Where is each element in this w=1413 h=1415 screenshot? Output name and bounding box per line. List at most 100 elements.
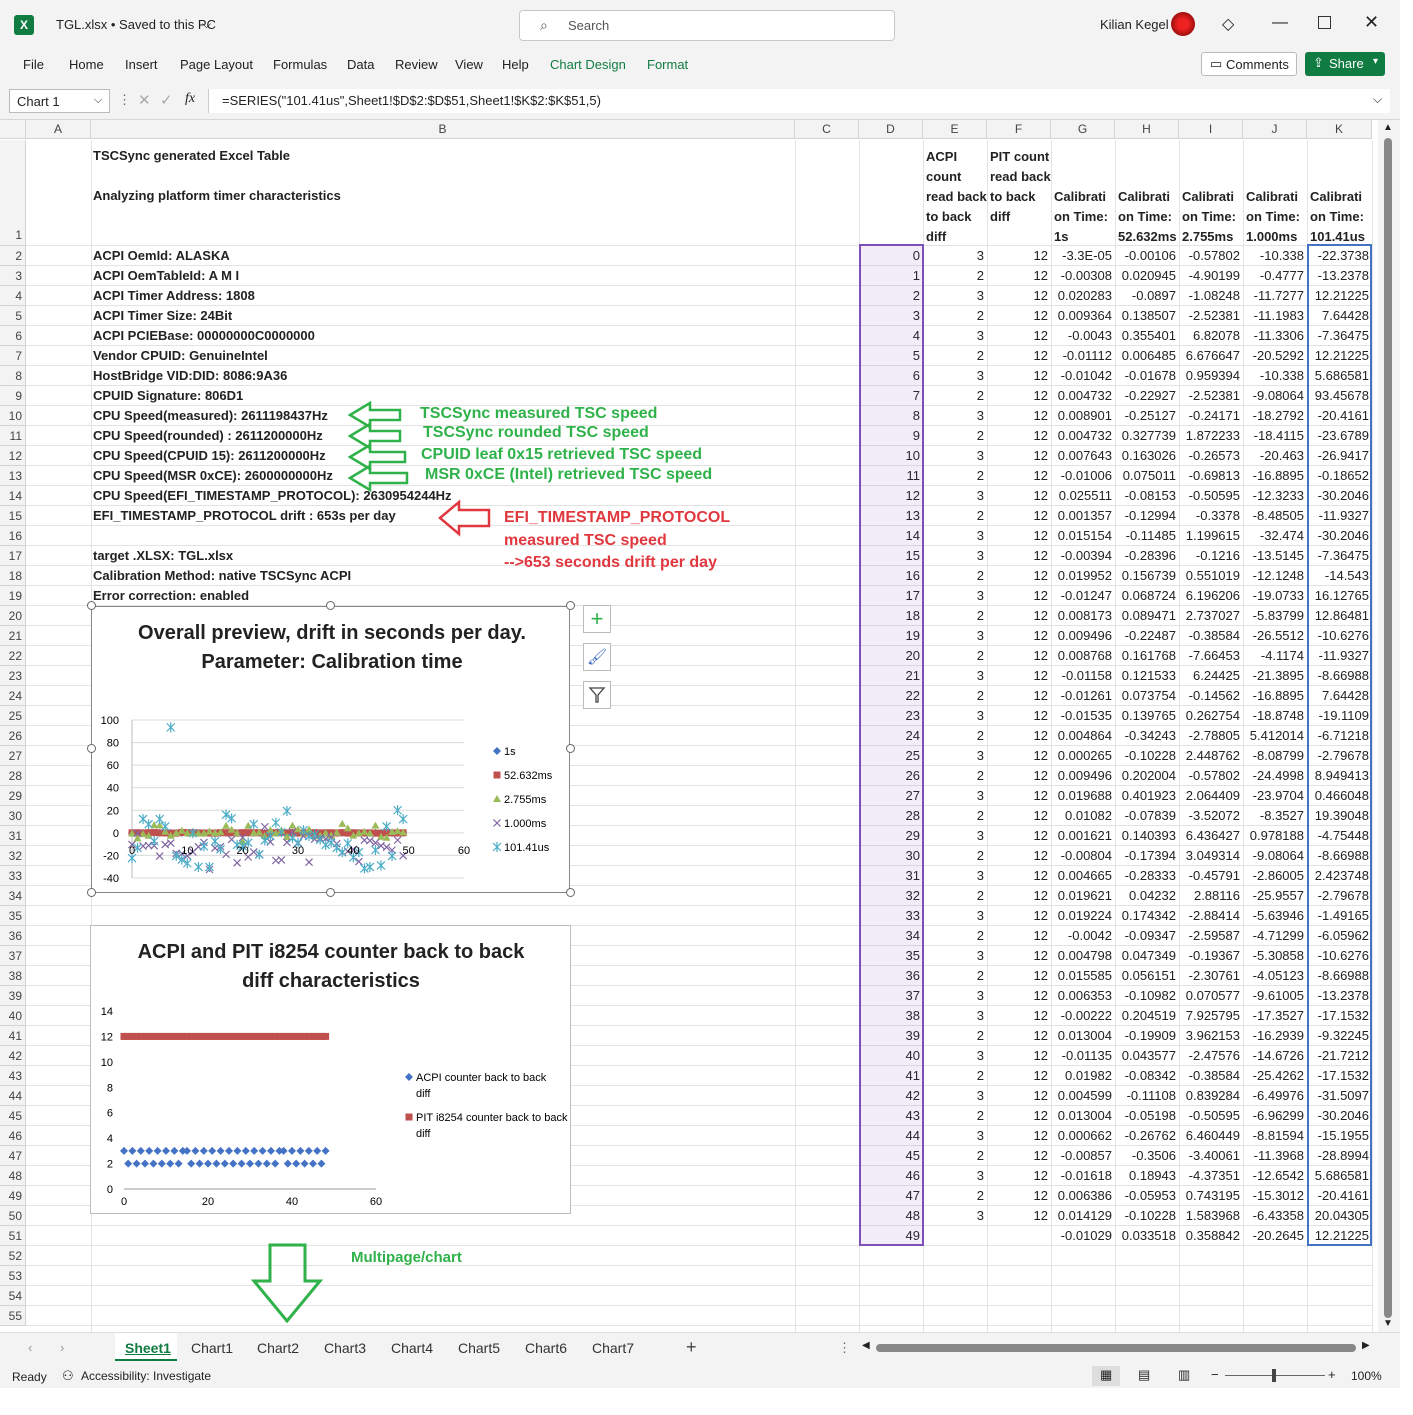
row-header[interactable]: 12 — [0, 446, 26, 466]
cell-f21[interactable]: 12 — [987, 626, 1051, 646]
cell-h32[interactable]: -0.17394 — [1115, 846, 1179, 866]
row-header[interactable]: 41 — [0, 1026, 26, 1046]
chart-plot-area[interactable]: 100 80 60 40 20 0 -20 -40 0 10 20 30 40 50 60 1s 52.632m… — [92, 607, 571, 894]
cell-j21[interactable]: -26.5512 — [1243, 626, 1307, 646]
cell-f18[interactable]: 12 — [987, 566, 1051, 586]
cell-j20[interactable]: -5.83799 — [1243, 606, 1307, 626]
cell-j33[interactable]: -2.86005 — [1243, 866, 1307, 886]
cell-g13[interactable]: -0.01006 — [1051, 466, 1115, 486]
cell-i48[interactable]: -4.37351 — [1179, 1166, 1243, 1186]
cell-h27[interactable]: -0.10228 — [1115, 746, 1179, 766]
cell-j3[interactable]: -0.4777 — [1243, 266, 1307, 286]
cell-j49[interactable]: -15.3012 — [1243, 1186, 1307, 1206]
cell-e43[interactable]: 2 — [923, 1066, 987, 1086]
cell-f27[interactable]: 12 — [987, 746, 1051, 766]
cell-i4[interactable]: -1.08248 — [1179, 286, 1243, 306]
cell-e38[interactable]: 2 — [923, 966, 987, 986]
cell-j50[interactable]: -6.43358 — [1243, 1206, 1307, 1226]
cell-h6[interactable]: 0.355401 — [1115, 326, 1179, 346]
cell-e47[interactable]: 2 — [923, 1146, 987, 1166]
cell-j32[interactable]: -9.08064 — [1243, 846, 1307, 866]
cell-i7[interactable]: 6.676647 — [1179, 346, 1243, 366]
cell-e8[interactable]: 3 — [923, 366, 987, 386]
cell-h12[interactable]: 0.163026 — [1115, 446, 1179, 466]
cell-e22[interactable]: 2 — [923, 646, 987, 666]
chevron-down-icon[interactable]: ▾ — [1373, 56, 1378, 67]
cell-j15[interactable]: -8.48505 — [1243, 506, 1307, 526]
cell-e24[interactable]: 2 — [923, 686, 987, 706]
cell-f15[interactable]: 12 — [987, 506, 1051, 526]
page-break-icon[interactable]: ▥ — [1178, 1367, 1190, 1383]
cell-b10[interactable]: CPU Speed(measured): 2611198437Hz — [93, 406, 328, 426]
row-header[interactable]: 22 — [0, 646, 26, 666]
cell-f1[interactable]: PIT count read back to back diff — [990, 147, 1052, 227]
tab-chart6[interactable]: Chart6 — [525, 1340, 567, 1356]
cell-g18[interactable]: 0.019952 — [1051, 566, 1115, 586]
cell-e26[interactable]: 2 — [923, 726, 987, 746]
cell-g49[interactable]: 0.006386 — [1051, 1186, 1115, 1206]
cell-g3[interactable]: -0.00308 — [1051, 266, 1115, 286]
row-header[interactable]: 54 — [0, 1286, 26, 1306]
cell-j42[interactable]: -14.6726 — [1243, 1046, 1307, 1066]
cell-i20[interactable]: 2.737027 — [1179, 606, 1243, 626]
row-header[interactable]: 49 — [0, 1186, 26, 1206]
cell-g11[interactable]: 0.004732 — [1051, 426, 1115, 446]
cell-i42[interactable]: -2.47576 — [1179, 1046, 1243, 1066]
cell-h15[interactable]: -0.12994 — [1115, 506, 1179, 526]
cell-b5[interactable]: ACPI Timer Size: 24Bit — [93, 306, 232, 326]
row-header[interactable]: 9 — [0, 386, 26, 406]
row-header[interactable]: 16 — [0, 526, 26, 546]
row-header[interactable]: 6 — [0, 326, 26, 346]
cell-j43[interactable]: -25.4262 — [1243, 1066, 1307, 1086]
cell-j18[interactable]: -12.1248 — [1243, 566, 1307, 586]
menu-review[interactable]: Review — [395, 57, 438, 72]
row-header[interactable]: 8 — [0, 366, 26, 386]
row-header[interactable]: 30 — [0, 806, 26, 826]
row-header[interactable]: 3 — [0, 266, 26, 286]
cell-b4[interactable]: ACPI Timer Address: 1808 — [93, 286, 255, 306]
cell-j26[interactable]: 5.412014 — [1243, 726, 1307, 746]
cell-e20[interactable]: 2 — [923, 606, 987, 626]
cell-f32[interactable]: 12 — [987, 846, 1051, 866]
cell-h11[interactable]: 0.327739 — [1115, 426, 1179, 446]
cell-g35[interactable]: 0.019224 — [1051, 906, 1115, 926]
row-header[interactable]: 7 — [0, 346, 26, 366]
search-input[interactable]: Search — [568, 18, 609, 33]
cell-f51[interactable] — [987, 1226, 1051, 1246]
chart-filters-button[interactable] — [583, 681, 611, 709]
cell-g37[interactable]: 0.004798 — [1051, 946, 1115, 966]
cell-i11[interactable]: 1.872233 — [1179, 426, 1243, 446]
cell-h17[interactable]: -0.28396 — [1115, 546, 1179, 566]
cell-i12[interactable]: -0.26573 — [1179, 446, 1243, 466]
cell-j19[interactable]: -19.0733 — [1243, 586, 1307, 606]
row-header[interactable]: 44 — [0, 1086, 26, 1106]
cell-i13[interactable]: -0.69813 — [1179, 466, 1243, 486]
cell-h31[interactable]: 0.140393 — [1115, 826, 1179, 846]
cell-e27[interactable]: 3 — [923, 746, 987, 766]
menu-data[interactable]: Data — [347, 57, 374, 72]
cell-h22[interactable]: 0.161768 — [1115, 646, 1179, 666]
cell-e34[interactable]: 2 — [923, 886, 987, 906]
menu-page-layout[interactable]: Page Layout — [180, 57, 253, 72]
row-header[interactable]: 38 — [0, 966, 26, 986]
cell-g10[interactable]: 0.008901 — [1051, 406, 1115, 426]
row-header[interactable]: 24 — [0, 686, 26, 706]
cell-i45[interactable]: -0.50595 — [1179, 1106, 1243, 1126]
cell-g20[interactable]: 0.008173 — [1051, 606, 1115, 626]
cell-i19[interactable]: 6.196206 — [1179, 586, 1243, 606]
vertical-scrollbar[interactable]: ▲ ▼ — [1378, 120, 1400, 1332]
cell-g19[interactable]: -0.01247 — [1051, 586, 1115, 606]
row-header[interactable]: 15 — [0, 506, 26, 526]
minimize-icon[interactable]: — — [1272, 14, 1288, 32]
chart-overall-preview[interactable]: Overall preview, drift in seconds per da… — [91, 606, 570, 893]
cell-e49[interactable]: 2 — [923, 1186, 987, 1206]
cell-f10[interactable]: 12 — [987, 406, 1051, 426]
cell-g36[interactable]: -0.0042 — [1051, 926, 1115, 946]
cell-g43[interactable]: 0.01982 — [1051, 1066, 1115, 1086]
cell-g8[interactable]: -0.01042 — [1051, 366, 1115, 386]
cell-i44[interactable]: 0.839284 — [1179, 1086, 1243, 1106]
cell-g39[interactable]: 0.006353 — [1051, 986, 1115, 1006]
column-header-f[interactable]: F — [987, 120, 1051, 139]
cell-h39[interactable]: -0.10982 — [1115, 986, 1179, 1006]
row-header[interactable]: 19 — [0, 586, 26, 606]
